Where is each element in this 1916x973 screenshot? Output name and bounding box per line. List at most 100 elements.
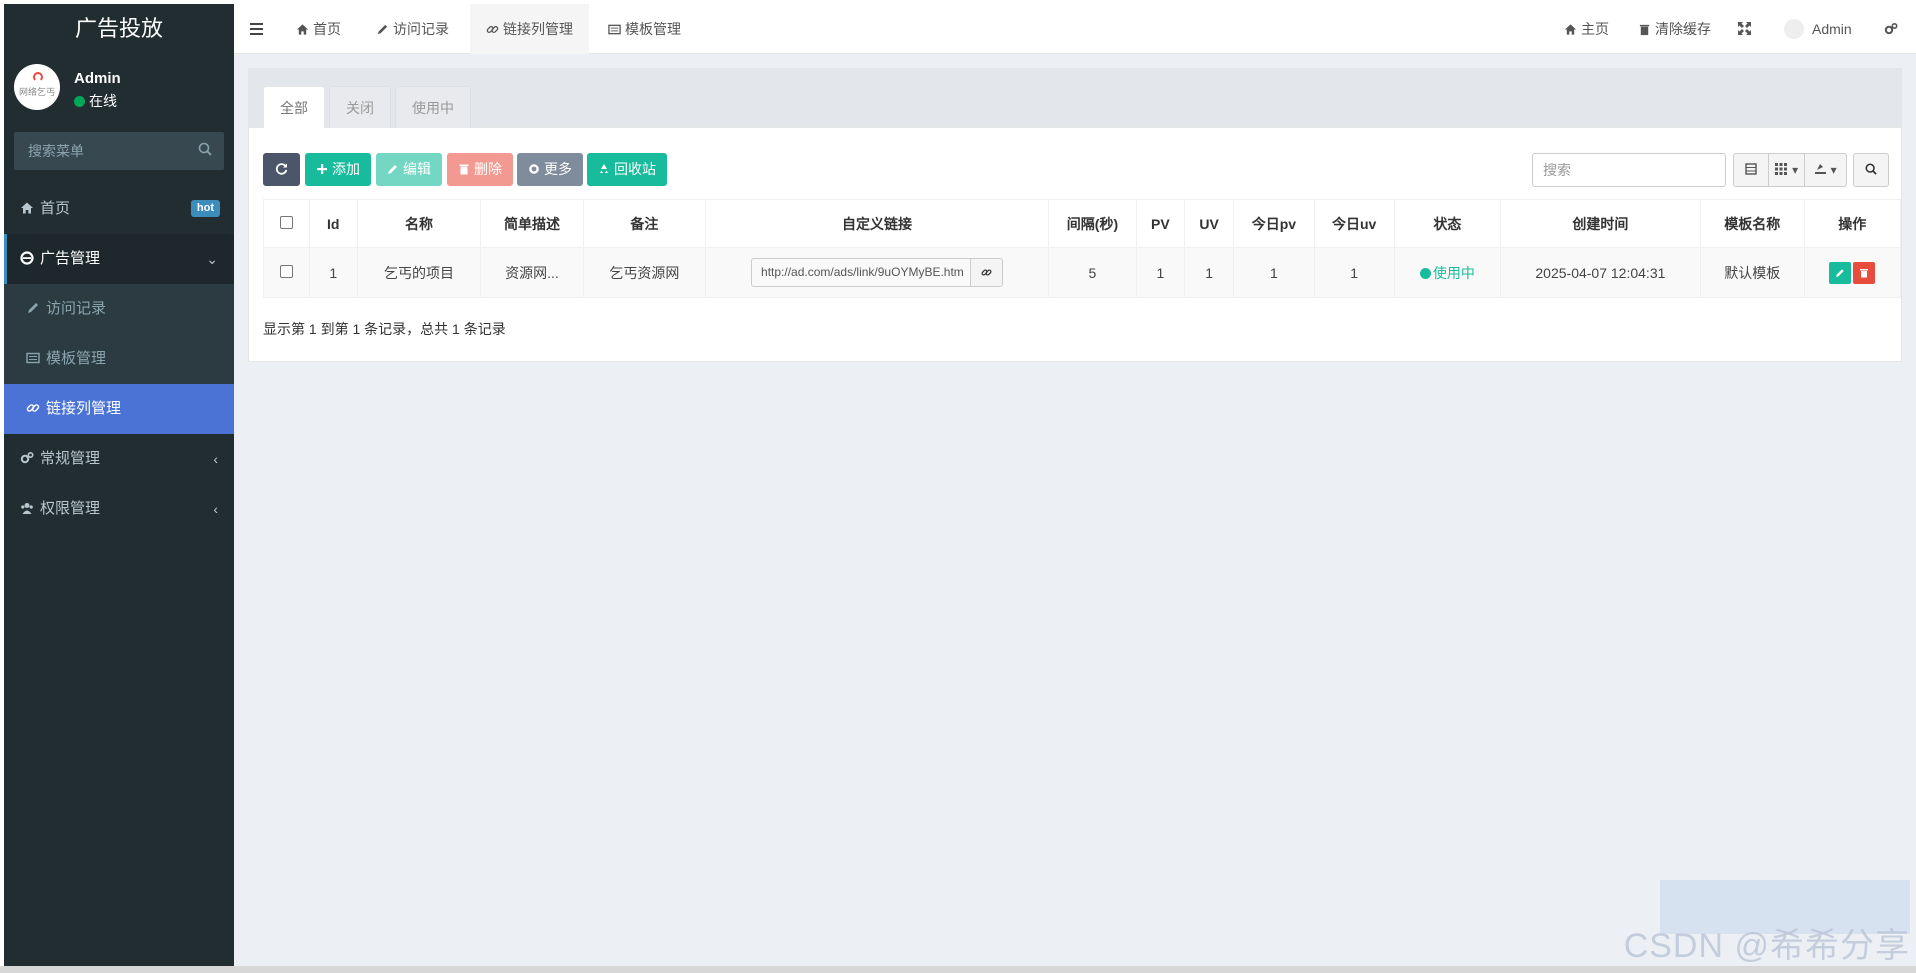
id-cell: 1	[308, 247, 358, 298]
sidebar-item-link-list[interactable]: 链接列管理	[4, 384, 234, 434]
column-header: 操作	[1803, 199, 1902, 248]
add-button[interactable]: 添加	[305, 153, 371, 186]
sidebar-menu: 首页 hot 广告管理 ⌄ 访问记录 模板管理 链接列管理 常规管理 ‹ 权限管…	[4, 184, 234, 534]
column-header[interactable]: 名称	[356, 199, 482, 248]
custom-link-field: http://ad.com/ads/link/9uOYMyBE.htm	[751, 258, 1004, 287]
recycle-bin-button[interactable]: 回收站	[587, 153, 667, 186]
row-select-cell	[263, 247, 310, 298]
column-header[interactable]: 备注	[582, 199, 706, 248]
table-search-input[interactable]	[1532, 153, 1726, 187]
row-edit-button[interactable]	[1829, 261, 1852, 284]
clear-cache-button[interactable]: 清除缓存	[1638, 4, 1711, 54]
avatar-text: 网络乞丐	[18, 87, 55, 97]
tab-template[interactable]: 模板管理	[608, 4, 681, 54]
gear-icon	[529, 164, 539, 174]
window-bottom-edge	[0, 966, 1916, 973]
remark-cell: 乞丐资源网	[582, 247, 706, 298]
tab-label: 首页	[313, 21, 341, 37]
more-button[interactable]: 更多	[517, 153, 583, 186]
today-uv-cell: 1	[1313, 247, 1395, 298]
refresh-button[interactable]	[263, 153, 300, 186]
users-icon	[21, 503, 33, 514]
column-header[interactable]: 今日pv	[1233, 199, 1315, 248]
tab-in-use[interactable]: 使用中	[395, 86, 471, 128]
advanced-search-button[interactable]	[1853, 153, 1889, 187]
user-menu-label: Admin	[1812, 21, 1852, 37]
column-header[interactable]: 模板名称	[1699, 199, 1805, 248]
sidebar-item-visit-log[interactable]: 访问记录	[4, 284, 234, 334]
column-header[interactable]: Id	[308, 199, 358, 248]
app-logo[interactable]: 广告投放	[4, 4, 234, 56]
sidebar-item-home[interactable]: 首页 hot	[4, 184, 234, 234]
trash-icon	[459, 164, 469, 175]
online-dot-icon	[74, 96, 85, 107]
table-row[interactable]: 1 乞丐的项目 资源网... 乞丐资源网 http://ad.com/ads/l…	[263, 247, 1902, 298]
recycle-bin-label: 回收站	[614, 161, 656, 177]
fullscreen-icon[interactable]	[1738, 4, 1751, 54]
caret-down-icon: ▾	[1788, 163, 1799, 177]
sidebar-item-template[interactable]: 模板管理	[4, 334, 234, 384]
caret-down-icon: ▾	[1827, 163, 1837, 177]
avatar-logo-icon	[33, 72, 43, 82]
column-header[interactable]: PV	[1135, 199, 1185, 248]
hamburger-icon[interactable]	[250, 4, 270, 54]
select-all-checkbox[interactable]	[279, 215, 293, 229]
home-icon	[21, 202, 33, 214]
column-header[interactable]: 创建时间	[1499, 199, 1701, 248]
sidebar-item-label: 访问记录	[46, 300, 107, 317]
custom-link-input[interactable]: http://ad.com/ads/link/9uOYMyBE.htm	[752, 259, 970, 286]
export-button[interactable]: ▾	[1804, 153, 1847, 187]
user-menu[interactable]: Admin	[1784, 4, 1852, 54]
filter-tabs: 全部 关闭 使用中	[249, 69, 1901, 128]
menu-search-input[interactable]	[14, 132, 224, 170]
chevron-left-icon: ‹	[213, 451, 218, 467]
settings-gears-icon[interactable]	[1884, 4, 1898, 54]
column-header[interactable]: 间隔(秒)	[1048, 199, 1137, 248]
link-icon	[981, 269, 992, 276]
home-link-label: 主页	[1581, 21, 1609, 37]
tab-link-list[interactable]: 链接列管理	[470, 4, 589, 54]
edit-button[interactable]: 编辑	[376, 153, 442, 186]
tab-visit-log[interactable]: 访问记录	[376, 4, 449, 54]
avatar: 网络乞丐	[14, 64, 60, 110]
column-header[interactable]: 简单描述	[480, 199, 584, 248]
copy-link-button[interactable]	[970, 259, 1003, 286]
tab-all[interactable]: 全部	[263, 86, 325, 128]
tab-label: 访问记录	[393, 21, 449, 37]
home-link[interactable]: 主页	[1564, 4, 1609, 54]
pencil-icon	[1836, 268, 1844, 277]
card-view-button[interactable]	[1733, 153, 1769, 187]
column-header[interactable]: 状态	[1393, 199, 1501, 248]
columns-toggle-button[interactable]: ▾	[1768, 153, 1805, 187]
search-icon[interactable]	[198, 142, 212, 156]
clear-cache-label: 清除缓存	[1655, 21, 1711, 37]
row-checkbox[interactable]	[279, 264, 293, 278]
pencil-icon	[377, 24, 388, 35]
column-header[interactable]: UV	[1183, 199, 1235, 248]
top-navbar: 首页 访问记录 链接列管理 模板管理 主页 清除缓存 Admin	[234, 4, 1916, 54]
sidebar-item-general[interactable]: 常规管理 ‹	[4, 434, 234, 484]
sidebar-item-ad-management[interactable]: 广告管理 ⌄	[4, 234, 234, 284]
column-header[interactable]: 自定义链接	[704, 199, 1050, 248]
status-cell[interactable]: 使用中	[1393, 247, 1501, 298]
template-cell: 默认模板	[1699, 247, 1805, 298]
link-table: Id 名称 简单描述 备注 自定义链接 间隔(秒) PV UV 今日pv 今日u…	[263, 199, 1902, 298]
trash-icon	[1860, 268, 1869, 277]
gears-icon	[20, 451, 34, 464]
pencil-icon	[28, 303, 38, 313]
tab-closed[interactable]: 关闭	[329, 86, 391, 128]
link-list-panel: 全部 关闭 使用中 添加 编辑 删除 更多 回收站 ▾ ▾	[248, 68, 1902, 362]
tab-home[interactable]: 首页	[296, 4, 341, 54]
home-icon	[296, 24, 309, 35]
user-status: 在线	[74, 91, 117, 111]
sidebar-item-label: 权限管理	[40, 500, 101, 517]
avatar	[1784, 19, 1804, 39]
select-all-cell	[263, 199, 310, 248]
sidebar-item-label: 链接列管理	[46, 400, 122, 417]
row-delete-button[interactable]	[1853, 261, 1876, 284]
delete-button[interactable]: 删除	[447, 153, 513, 186]
app-window: 广告投放 网络乞丐 Admin 在线 首页 hot 广告管理 ⌄ 访问记录 模板…	[0, 0, 1916, 973]
column-header[interactable]: 今日uv	[1313, 199, 1395, 248]
sidebar-item-permission[interactable]: 权限管理 ‹	[4, 484, 234, 534]
hot-badge: hot	[190, 200, 220, 217]
